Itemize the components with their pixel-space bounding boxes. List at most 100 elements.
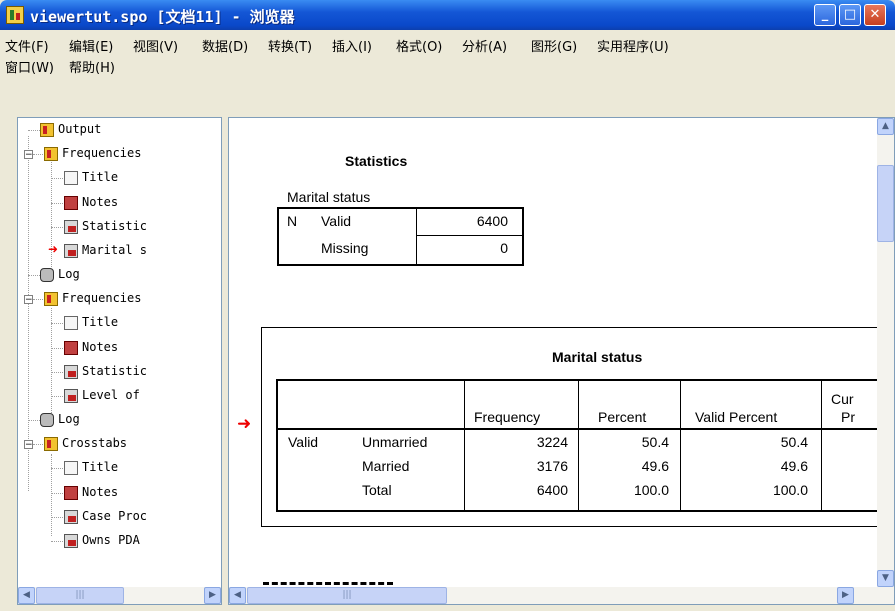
book-icon — [44, 292, 58, 306]
scroll-up-icon[interactable]: ▲ — [877, 118, 894, 135]
row-label-married: Married — [362, 458, 410, 474]
column-header-cumulative: Cur — [831, 391, 854, 407]
book-icon — [44, 147, 58, 161]
app-icon — [6, 6, 24, 24]
tree-item-frequencies-2[interactable]: Frequencies — [62, 291, 141, 305]
menu-file[interactable]: 文件(F) — [5, 36, 49, 55]
menu-bar: 文件(F) 编辑(E) 视图(V) 数据(D) 转换(T) 插入(I) 格式(O… — [0, 31, 895, 76]
stat-cell: N — [287, 213, 298, 229]
tree-item-notes-2[interactable]: Notes — [82, 340, 118, 354]
cell-frequency: 3176 — [536, 458, 568, 474]
column-header-cumulative-percent: Pr — [841, 409, 855, 425]
tree-item-owns-pda[interactable]: Owns PDA — [82, 533, 140, 547]
scroll-right-icon[interactable]: ▶ — [837, 587, 854, 604]
statistics-table: N Valid 6400 Missing 0 — [277, 207, 524, 266]
tree-item-crosstabs[interactable]: Crosstabs — [62, 436, 127, 450]
scroll-left-icon[interactable]: ◀ — [229, 587, 246, 604]
tree-item-notes[interactable]: Notes — [82, 195, 118, 209]
menu-insert[interactable]: 插入(I) — [332, 36, 372, 55]
menu-view[interactable]: 视图(V) — [133, 36, 178, 55]
content-vertical-scrollbar[interactable]: ▲ ▼ — [877, 118, 894, 587]
menu-utilities[interactable]: 实用程序(U) — [597, 36, 669, 55]
tree-item-log-2[interactable]: Log — [58, 412, 80, 426]
tree-item-log[interactable]: Log — [58, 267, 80, 281]
table-icon — [64, 510, 78, 524]
window-title: viewertut.spo [文档11] - 浏览器 — [30, 8, 295, 26]
tree-item-title-3[interactable]: Title — [82, 460, 118, 474]
table-icon — [64, 389, 78, 403]
menu-analyze[interactable]: 分析(A) — [462, 36, 507, 55]
stat-value: 6400 — [476, 213, 508, 229]
table-icon — [64, 244, 78, 258]
scroll-down-icon[interactable]: ▼ — [877, 570, 894, 587]
table-icon — [64, 220, 78, 234]
cell-frequency: 6400 — [536, 482, 568, 498]
menu-window[interactable]: 窗口(W) — [5, 57, 54, 76]
title-doc-icon — [64, 461, 78, 475]
tree-item-level-of[interactable]: Level of — [82, 388, 140, 402]
stat-value: 0 — [500, 240, 508, 256]
menu-format[interactable]: 格式(O) — [396, 36, 442, 55]
tree-item-output[interactable]: Output — [58, 122, 101, 136]
tree-item-statistics[interactable]: Statistic — [82, 219, 147, 233]
menu-transform[interactable]: 转换(T) — [268, 36, 312, 55]
menu-graphs[interactable]: 图形(G) — [531, 36, 577, 55]
scroll-right-icon[interactable]: ▶ — [204, 587, 221, 604]
book-icon — [44, 437, 58, 451]
notes-icon — [64, 196, 78, 210]
tree-item-marital-status[interactable]: Marital s — [82, 243, 147, 257]
stat-cell: Missing — [321, 240, 369, 256]
title-doc-icon — [64, 171, 78, 185]
log-icon — [40, 413, 54, 427]
table-icon — [64, 365, 78, 379]
menu-help[interactable]: 帮助(H) — [69, 57, 115, 76]
column-header-percent: Percent — [598, 409, 647, 425]
maximize-button[interactable]: □ — [839, 4, 861, 26]
notes-icon — [64, 341, 78, 355]
cell-percent: 50.4 — [641, 434, 669, 450]
stat-cell: Valid — [321, 213, 352, 229]
title-bar[interactable]: viewertut.spo [文档11] - 浏览器 _ □ ✕ — [0, 0, 895, 30]
content-pane[interactable]: Statistics Marital status N Valid 6400 M… — [228, 117, 895, 605]
statistics-subtitle: Marital status — [287, 189, 371, 205]
tree-item-case-processing[interactable]: Case Proc — [82, 509, 147, 523]
collapse-icon[interactable]: − — [24, 295, 33, 305]
table-icon — [64, 534, 78, 548]
next-item-title-cutoff — [263, 582, 393, 585]
tree-item-frequencies[interactable]: Frequencies — [62, 146, 141, 160]
scrollbar-thumb[interactable]: ||| — [247, 587, 447, 604]
minimize-button[interactable]: _ — [814, 4, 836, 26]
tree-item-title-2[interactable]: Title — [82, 315, 118, 329]
log-icon — [40, 268, 54, 282]
scroll-left-icon[interactable]: ◀ — [18, 587, 35, 604]
cell-valid-percent: 50.4 — [780, 434, 808, 450]
collapse-icon[interactable]: − — [24, 150, 33, 160]
column-header-frequency: Frequency — [474, 409, 541, 425]
scrollbar-thumb[interactable]: ||| — [36, 587, 124, 604]
marital-status-table: Frequency Percent Valid Percent Cur Pr V… — [276, 379, 894, 512]
menu-data[interactable]: 数据(D) — [202, 36, 248, 55]
tree-item-notes-3[interactable]: Notes — [82, 485, 118, 499]
close-button[interactable]: ✕ — [864, 4, 886, 26]
notes-icon — [64, 486, 78, 500]
outline-pane[interactable]: Output − Frequencies Title Notes Statist… — [17, 117, 222, 605]
collapse-icon[interactable]: − — [24, 440, 33, 450]
cell-frequency: 3224 — [536, 434, 568, 450]
column-header-valid-percent: Valid Percent — [695, 409, 778, 425]
marital-status-title: Marital status — [552, 349, 643, 365]
current-item-arrow-icon: ➜ — [237, 414, 252, 433]
menu-edit[interactable]: 编辑(E) — [69, 36, 113, 55]
tree-item-title[interactable]: Title — [82, 170, 118, 184]
cell-percent: 49.6 — [641, 458, 669, 474]
outline-horizontal-scrollbar[interactable]: ◀ ||| ▶ — [18, 587, 221, 604]
scrollbar-thumb[interactable] — [877, 165, 894, 242]
row-group-valid: Valid — [288, 434, 319, 450]
cell-percent: 100.0 — [633, 482, 669, 498]
current-item-arrow-icon: ➜ — [48, 242, 59, 256]
statistics-title: Statistics — [345, 153, 408, 169]
content-horizontal-scrollbar[interactable]: ◀ ||| ▶ — [229, 587, 894, 604]
cell-valid-percent: 49.6 — [780, 458, 808, 474]
row-label-unmarried: Unmarried — [362, 434, 428, 450]
title-doc-icon — [64, 316, 78, 330]
tree-item-statistics-2[interactable]: Statistic — [82, 364, 147, 378]
